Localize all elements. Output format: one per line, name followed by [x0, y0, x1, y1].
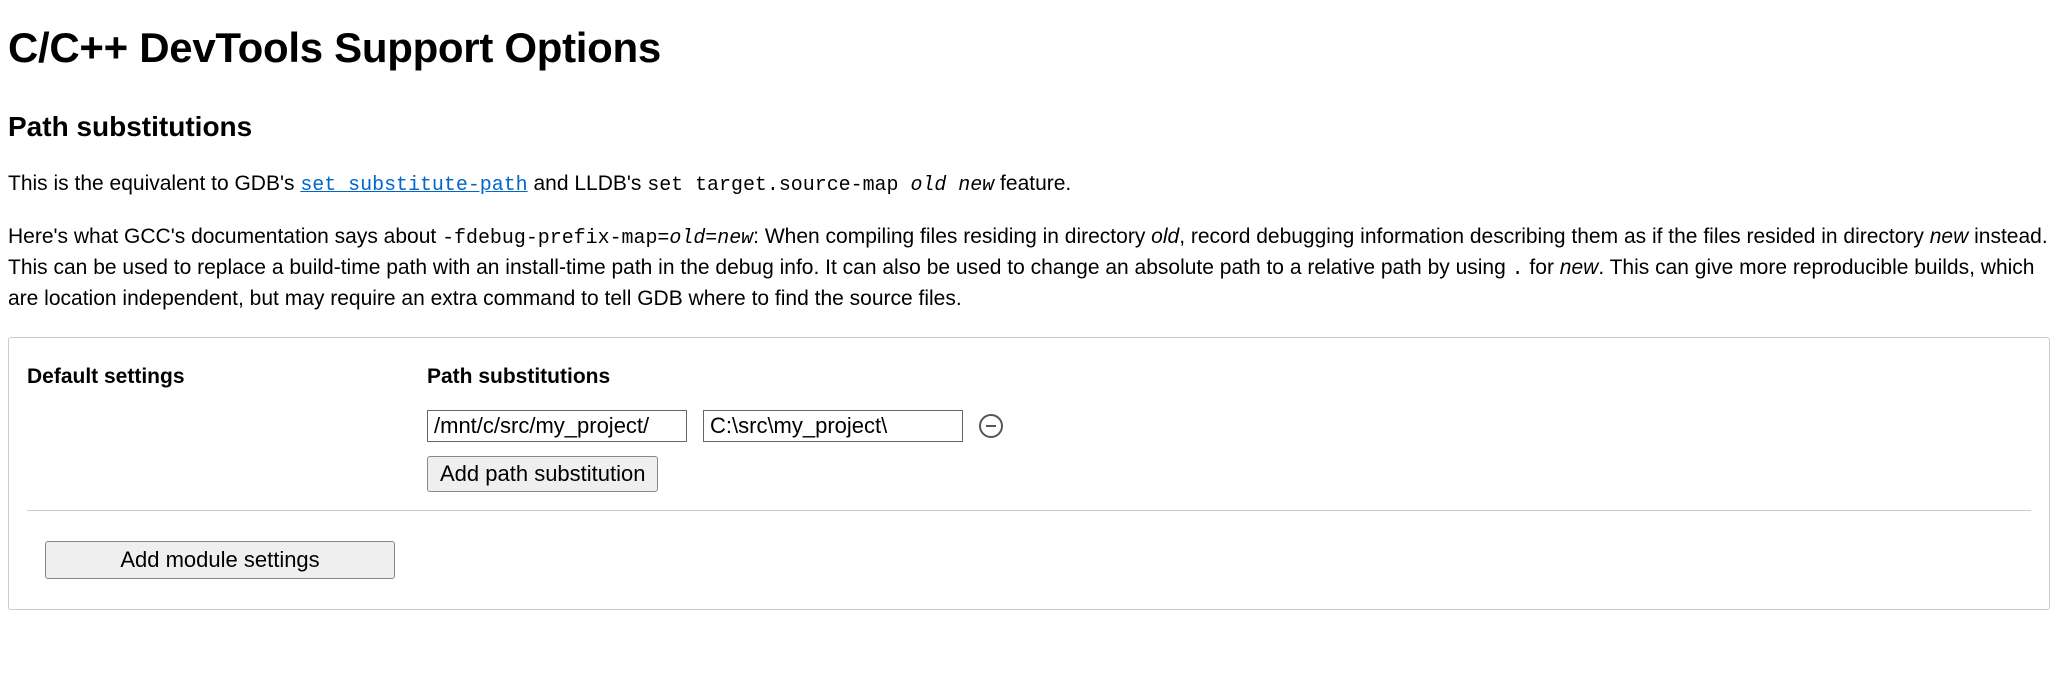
- doc-text: , record debugging information describin…: [1179, 225, 1930, 248]
- gcc-doc-paragraph: Here's what GCC's documentation says abo…: [8, 222, 2050, 314]
- intro-text: and LLDB's: [528, 172, 648, 195]
- new-em: new: [1560, 256, 1599, 279]
- doc-text: : When compiling files residing in direc…: [753, 225, 1151, 248]
- add-path-substitution-button[interactable]: Add path substitution: [427, 456, 658, 492]
- intro-text: This is the equivalent to GDB's: [8, 172, 300, 195]
- doc-text: Here's what GCC's documentation says abo…: [8, 225, 442, 248]
- section-heading-path-substitutions: Path substitutions: [8, 107, 2050, 148]
- default-settings-label: Default settings: [27, 362, 427, 492]
- add-module-settings-button[interactable]: Add module settings: [45, 541, 395, 579]
- intro-text: feature.: [994, 172, 1071, 195]
- old-em: old: [1151, 225, 1179, 248]
- remove-icon[interactable]: [979, 414, 1003, 438]
- substitution-to-input[interactable]: [703, 410, 963, 442]
- fdebug-code: -fdebug-prefix-map=old=new: [442, 226, 753, 249]
- lldb-code: set target.source-map old new: [647, 173, 994, 196]
- dot-code: .: [1512, 257, 1524, 280]
- settings-panel: Default settings Path substitutions Add …: [8, 337, 2050, 610]
- doc-text: for: [1524, 256, 1560, 279]
- page-title: C/C++ DevTools Support Options: [8, 18, 2050, 79]
- substitution-from-input[interactable]: [427, 410, 687, 442]
- intro-paragraph: This is the equivalent to GDB's set subs…: [8, 169, 2050, 200]
- substitution-row: [427, 410, 2031, 442]
- set-substitute-path-link[interactable]: set substitute-path: [300, 173, 527, 196]
- new-em: new: [1930, 225, 1969, 248]
- path-substitutions-label: Path substitutions: [427, 362, 2031, 392]
